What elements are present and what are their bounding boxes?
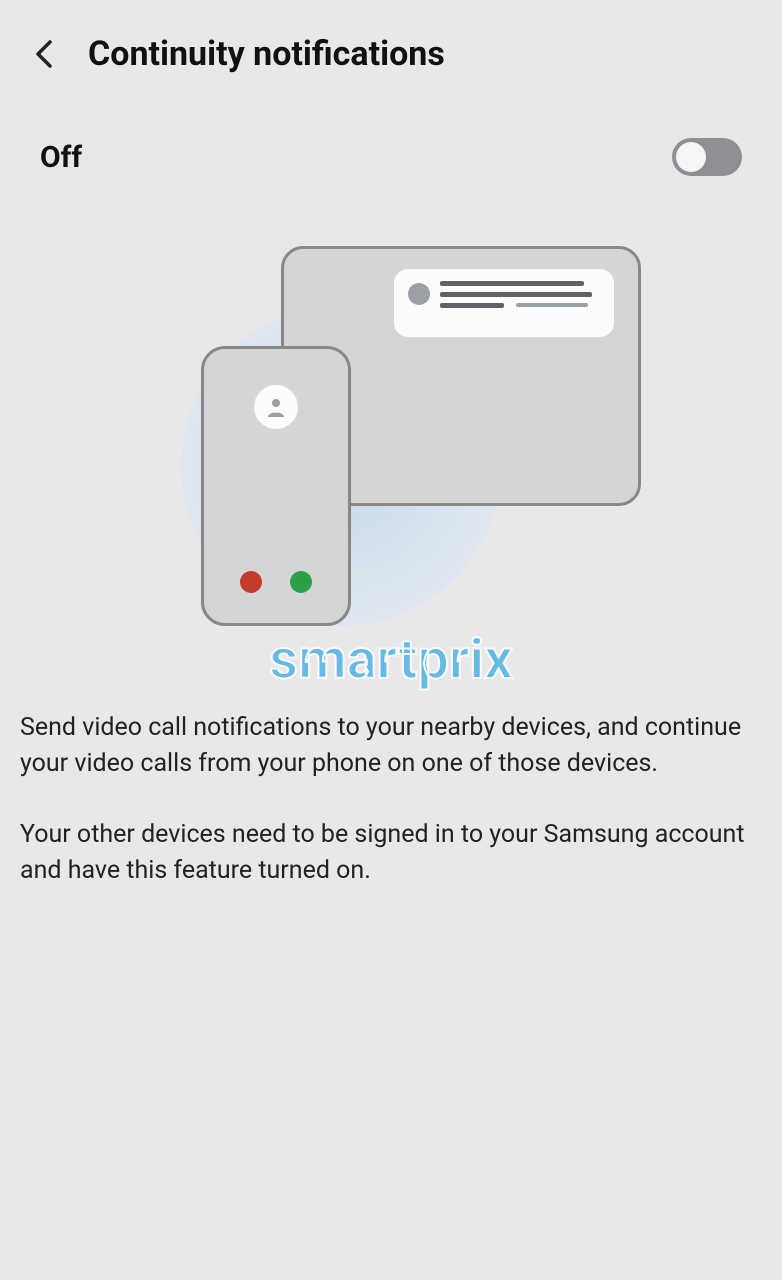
devices-illustration xyxy=(131,246,651,626)
description-paragraph-2: Your other devices need to be signed in … xyxy=(20,817,752,890)
feature-toggle-row: Off xyxy=(0,98,782,216)
page-title: Continuity notifications xyxy=(88,34,445,74)
notification-card-graphic xyxy=(394,269,614,337)
feature-toggle[interactable] xyxy=(672,138,742,176)
phone-avatar xyxy=(254,385,298,429)
header: Continuity notifications xyxy=(0,0,782,98)
illustration-container xyxy=(0,216,782,636)
back-button[interactable] xyxy=(20,30,68,78)
chevron-left-icon xyxy=(34,38,54,70)
toggle-state-label: Off xyxy=(40,140,82,175)
decline-icon xyxy=(240,571,262,593)
phone-graphic xyxy=(201,346,351,626)
person-icon xyxy=(264,395,288,419)
notification-avatar-icon xyxy=(408,283,430,305)
feature-description: Send video call notifications to your ne… xyxy=(0,700,782,899)
toggle-knob xyxy=(676,142,706,172)
description-paragraph-1: Send video call notifications to your ne… xyxy=(20,710,752,783)
call-buttons-graphic xyxy=(240,571,312,593)
notification-lines xyxy=(440,281,600,308)
accept-icon xyxy=(290,571,312,593)
